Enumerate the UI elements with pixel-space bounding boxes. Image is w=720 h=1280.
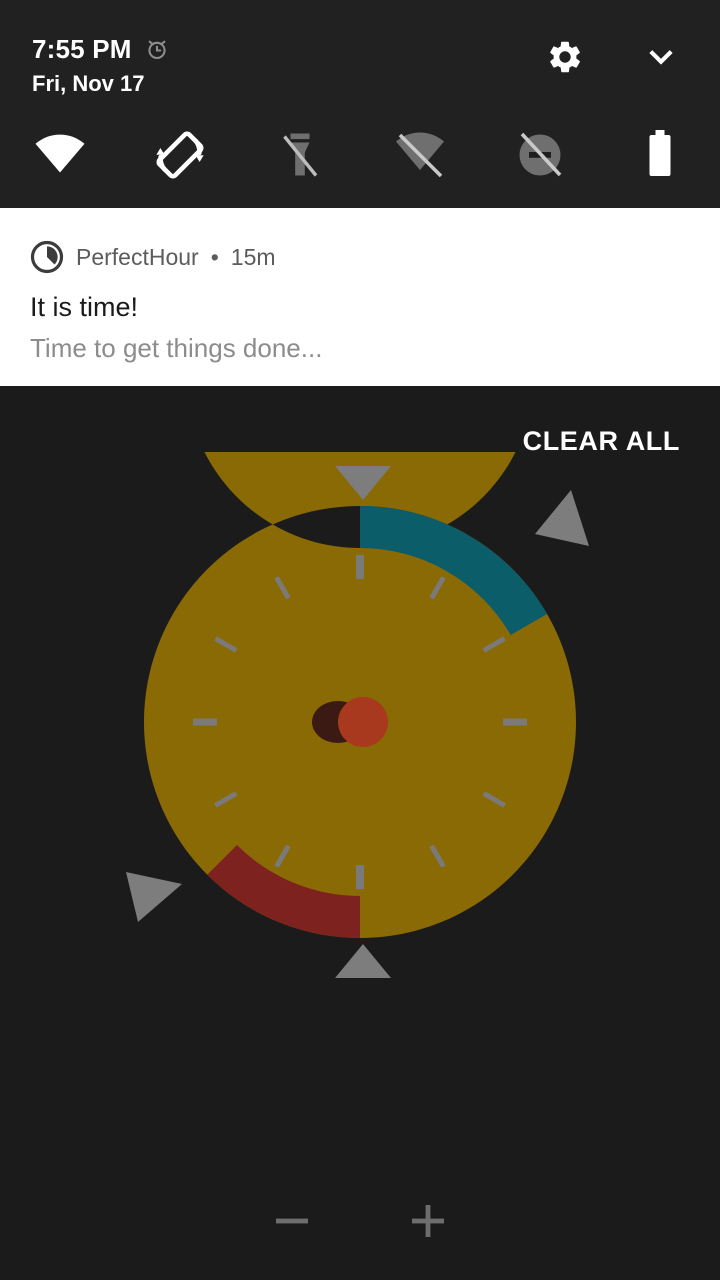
- notification-card[interactable]: PerfectHour • 15m It is time! Time to ge…: [0, 208, 720, 386]
- shade-body: CLEAR ALL: [0, 386, 720, 1280]
- notification-app-name: PerfectHour: [76, 244, 199, 270]
- decrease-button[interactable]: [256, 1185, 328, 1257]
- qs-tile-dnd[interactable]: [480, 118, 600, 192]
- screen-rotation-icon: [156, 131, 204, 179]
- chevron-down-icon[interactable]: [642, 38, 680, 76]
- notification-separator: •: [210, 244, 219, 270]
- cast-off-icon: [396, 132, 444, 178]
- status-time-row: 7:55 PM: [32, 32, 170, 66]
- marker-bottom[interactable]: [335, 944, 391, 978]
- gear-icon[interactable]: [546, 38, 584, 76]
- dial-widget-container: [0, 452, 720, 992]
- wifi-icon: [35, 134, 85, 173]
- header-actions: [546, 38, 680, 76]
- dnd-off-icon: [519, 132, 562, 177]
- notification-shade-screen: 7:55 PM Fri, Nov 17 PerfectHour • 15m It…: [0, 0, 720, 1280]
- minus-icon: [276, 1218, 308, 1224]
- notification-body: Time to get things done...: [30, 333, 323, 363]
- status-clock-block: 7:55 PM Fri, Nov 17: [32, 32, 170, 98]
- qs-tile-auto-rotate[interactable]: [120, 118, 240, 192]
- alarm-clock-icon: [148, 40, 166, 60]
- qs-tile-hotspot[interactable]: [360, 118, 480, 192]
- battery-icon: [649, 130, 671, 176]
- notification-time: 15m: [230, 244, 276, 270]
- flashlight-off-icon: [283, 133, 318, 177]
- notification-title: It is time!: [30, 292, 139, 322]
- marker-lower-left[interactable]: [126, 872, 182, 922]
- status-date: Fri, Nov 17: [32, 71, 145, 96]
- quick-settings-header: 7:55 PM Fri, Nov 17: [0, 0, 720, 208]
- dial-controls: [0, 1176, 720, 1266]
- plus-icon: [412, 1205, 444, 1237]
- perfecthour-clock-icon: [30, 240, 64, 274]
- qs-tile-battery[interactable]: [600, 118, 720, 192]
- qs-tile-flashlight[interactable]: [240, 118, 360, 192]
- marker-upper-right[interactable]: [535, 490, 589, 546]
- quick-settings-tiles: [0, 118, 720, 192]
- notification-header: PerfectHour • 15m: [30, 240, 276, 274]
- status-time: 7:55 PM: [32, 34, 132, 64]
- perfecthour-dial[interactable]: [80, 452, 640, 992]
- qs-tile-wifi[interactable]: [0, 118, 120, 192]
- increase-button[interactable]: [392, 1185, 464, 1257]
